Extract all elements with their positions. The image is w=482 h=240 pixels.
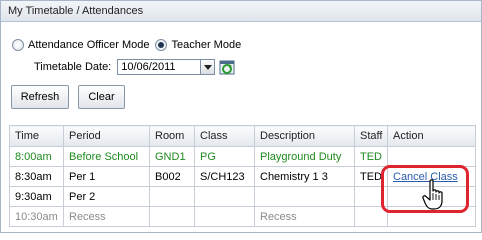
cell-room: GND1	[149, 146, 195, 167]
cell-time: 8:00am	[9, 146, 64, 167]
column-header-room[interactable]: Room	[149, 125, 195, 147]
column-header-class[interactable]: Class	[194, 125, 255, 147]
cell-period: Per 2	[63, 186, 150, 207]
cell-staff: TED	[354, 146, 388, 167]
attendance-officer-mode-radio[interactable]	[12, 39, 24, 51]
cell-period: Recess	[63, 206, 150, 227]
cell-class	[194, 186, 255, 207]
table-header-row: Time Period Room Class Description Staff…	[9, 125, 476, 147]
teacher-mode-radio[interactable]	[155, 39, 168, 51]
timetable-date-input[interactable]	[117, 59, 202, 75]
cell-description: Chemistry 1 3	[254, 166, 355, 187]
table-row[interactable]: 8:00am Before School GND1 PG Playground …	[9, 146, 476, 167]
timetable-date-label: Timetable Date:	[34, 61, 112, 73]
cell-room	[149, 206, 195, 227]
table-row[interactable]: 9:30am Per 2	[9, 186, 476, 207]
column-header-description[interactable]: Description	[254, 125, 355, 147]
attendance-officer-mode-label: Attendance Officer Mode	[28, 39, 150, 51]
cell-staff	[354, 206, 388, 227]
cell-staff: TED	[354, 166, 388, 187]
clear-button[interactable]: Clear	[78, 85, 125, 109]
timetable-panel: My Timetable / Attendances Attendance Of…	[0, 0, 482, 233]
mode-selector: Attendance Officer Mode Teacher Mode	[12, 38, 247, 52]
column-header-time[interactable]: Time	[9, 125, 64, 147]
hand-pointer-icon	[422, 179, 443, 210]
cell-class: S/CH123	[194, 166, 255, 187]
timetable-date-row: Timetable Date:	[34, 59, 235, 75]
cell-class	[194, 206, 255, 227]
cell-room	[149, 186, 195, 207]
column-header-staff[interactable]: Staff	[354, 125, 388, 147]
table-row[interactable]: 8:30am Per 1 B002 S/CH123 Chemistry 1 3 …	[9, 166, 476, 187]
cell-time: 10:30am	[9, 206, 64, 227]
cell-class: PG	[194, 146, 255, 167]
cell-period: Per 1	[63, 166, 150, 187]
column-header-action: Action	[387, 125, 476, 147]
column-header-period[interactable]: Period	[63, 125, 150, 147]
cell-room: B002	[149, 166, 195, 187]
cell-time: 9:30am	[9, 186, 64, 207]
cell-period: Before School	[63, 146, 150, 167]
cell-action	[387, 146, 476, 167]
cell-time: 8:30am	[9, 166, 64, 187]
panel-title: My Timetable / Attendances	[1, 1, 481, 22]
cell-staff	[354, 186, 388, 207]
refresh-button[interactable]: Refresh	[11, 85, 69, 109]
calendar-refresh-icon[interactable]	[219, 59, 235, 75]
chevron-down-icon	[203, 64, 212, 70]
timetable-table: Time Period Room Class Description Staff…	[9, 125, 476, 227]
date-dropdown-button[interactable]	[201, 59, 216, 75]
table-row[interactable]: 10:30am Recess Recess	[9, 206, 476, 227]
cell-description: Playground Duty	[254, 146, 355, 167]
cell-description	[254, 186, 355, 207]
cell-description: Recess	[254, 206, 355, 227]
teacher-mode-label: Teacher Mode	[171, 39, 242, 51]
